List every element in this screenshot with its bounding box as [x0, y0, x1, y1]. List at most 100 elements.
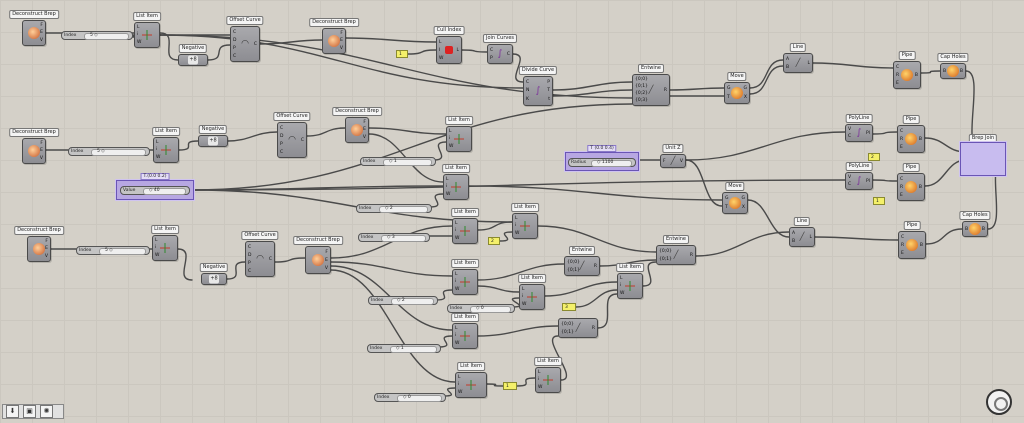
deconstruct-brep-node[interactable]: Deconstruct Brep F E V [293, 236, 343, 274]
offset-curve-node[interactable]: Offset Curve C D P C C ◠ [226, 16, 264, 62]
output-port[interactable]: F [363, 120, 366, 125]
input-port[interactable]: C [848, 134, 851, 139]
output-port[interactable]: F [40, 23, 43, 28]
output-port[interactable]: E [40, 148, 43, 153]
input-port[interactable]: R [901, 243, 904, 248]
list-item-node[interactable]: List Item Li W [133, 12, 161, 48]
input-port[interactable]: W [449, 144, 453, 149]
output-port[interactable]: P [547, 80, 550, 85]
entwine-node[interactable]: Entwine {0;0} {0;1} R ╱ [564, 246, 600, 276]
input-port[interactable]: i [458, 382, 462, 387]
offset-curve-node[interactable]: Offset Curve C D P C C ◠ [273, 112, 311, 158]
input-port[interactable]: V [848, 127, 851, 132]
layers-icon[interactable]: ▣ [23, 405, 36, 418]
input-port[interactable]: B [786, 65, 789, 70]
input-port[interactable]: R [900, 137, 903, 142]
pipe-node[interactable]: Pipe C R E B [897, 163, 925, 201]
output-port[interactable]: B [915, 73, 918, 78]
input-port[interactable]: V [848, 175, 851, 180]
input-port[interactable]: P [248, 261, 251, 266]
input-port[interactable]: K [526, 97, 529, 102]
index-slider[interactable]: Index 5 ◇ [68, 147, 150, 156]
input-port[interactable]: C [900, 177, 903, 182]
output-port[interactable]: E [363, 127, 366, 132]
output-port[interactable]: R [592, 326, 595, 331]
input-port[interactable]: W [522, 302, 526, 307]
input-port[interactable]: R [900, 185, 903, 190]
canvas-navigation-widget[interactable] [986, 389, 1012, 415]
output-port[interactable]: Pl [866, 179, 870, 184]
input-port[interactable]: C [848, 182, 851, 187]
input-port[interactable]: L [449, 129, 453, 134]
list-item-node[interactable]: List Item Li W [451, 313, 479, 349]
text-panel[interactable]: 2 [488, 237, 500, 245]
input-port[interactable]: E [900, 145, 903, 150]
input-port[interactable]: B [792, 239, 795, 244]
text-panel[interactable]: 1 [873, 197, 885, 205]
entwine-node[interactable]: Entwine {0;0} {0;1} {0;2} {0;3} R ╱ [632, 64, 670, 106]
entwine-node[interactable]: {0;0} {0;1} R ╱ [558, 318, 598, 338]
brep-join-selection[interactable] [960, 142, 1006, 176]
input-port[interactable]: A [792, 231, 795, 236]
input-port[interactable]: W [538, 385, 542, 390]
input-port[interactable]: C [280, 150, 283, 155]
text-panel[interactable]: 3 [562, 303, 576, 311]
negative-node[interactable]: Negative +8 [198, 125, 228, 147]
output-port[interactable]: V [363, 135, 366, 140]
polyline-node[interactable]: PolyLine V C Pl ∫ [845, 162, 873, 190]
output-port[interactable]: t [547, 97, 550, 102]
negative-node[interactable]: Negative +8 [199, 263, 229, 285]
input-port[interactable]: E [896, 81, 899, 86]
input-port[interactable]: P [490, 56, 493, 61]
output-port[interactable]: G [742, 196, 746, 201]
input-port[interactable]: W [455, 236, 459, 241]
value-slider[interactable]: Value ◇ 40 [120, 186, 190, 195]
input-port[interactable]: P [280, 142, 283, 147]
input-port[interactable]: D [280, 134, 283, 139]
input-port[interactable]: T [725, 205, 729, 210]
input-port[interactable]: L [620, 276, 624, 281]
output-port[interactable]: F [325, 250, 328, 255]
input-port[interactable]: E [901, 251, 904, 256]
negative-node[interactable]: Negative +8 [178, 44, 208, 66]
input-port[interactable]: T [727, 95, 731, 100]
output-port[interactable]: Pl [866, 131, 870, 136]
deconstruct-brep-node[interactable]: Deconstruct Brep F E V [309, 18, 359, 54]
input-port[interactable]: {0;0} [635, 77, 648, 82]
output-port[interactable]: T [547, 88, 550, 93]
output-port[interactable]: E [40, 30, 43, 35]
pipe-node[interactable]: Pipe C R E B [898, 221, 926, 259]
output-port[interactable]: B [919, 185, 922, 190]
input-port[interactable]: W [458, 390, 462, 395]
input-port[interactable]: W [446, 192, 450, 197]
list-item-node[interactable]: List Item Li W [534, 357, 562, 393]
text-panel[interactable]: 1 [396, 50, 408, 58]
output-port[interactable]: B [982, 227, 985, 232]
index-slider[interactable]: Index ◇ 3 [358, 233, 430, 242]
output-port[interactable]: V [680, 159, 683, 164]
output-port[interactable]: C [254, 42, 257, 47]
input-port[interactable]: C [248, 269, 251, 274]
input-port[interactable]: C [280, 126, 283, 131]
input-port[interactable]: L [522, 287, 526, 292]
entwine-node[interactable]: Entwine {0;0} {0;1} R ╱ [656, 235, 696, 265]
input-port[interactable]: W [155, 253, 159, 258]
grasshopper-canvas[interactable]: Deconstruct Brep F E V List Item Li W Negativ… [0, 0, 1024, 423]
input-port[interactable]: I [439, 48, 443, 53]
input-port[interactable]: D [233, 38, 236, 43]
output-port[interactable]: L [456, 48, 459, 53]
index-slider[interactable]: Index ◇ 1 [367, 344, 441, 353]
input-port[interactable]: C [233, 30, 236, 35]
text-panel[interactable]: 1 [503, 382, 517, 390]
input-port[interactable]: W [515, 231, 519, 236]
deconstruct-brep-node[interactable]: Deconstruct Brep F E V [332, 107, 382, 143]
deconstruct-brep-node[interactable]: Deconstruct Brep F E V [9, 128, 59, 164]
list-item-node[interactable]: List Item Li W [152, 127, 180, 163]
output-port[interactable]: B [960, 69, 963, 74]
input-port[interactable]: W [455, 341, 459, 346]
index-slider[interactable]: Index ◇ 0 [447, 304, 515, 313]
output-port[interactable]: L [807, 61, 810, 66]
input-port[interactable]: W [455, 287, 459, 292]
input-port[interactable]: P [233, 46, 236, 51]
input-port[interactable]: L [455, 272, 459, 277]
